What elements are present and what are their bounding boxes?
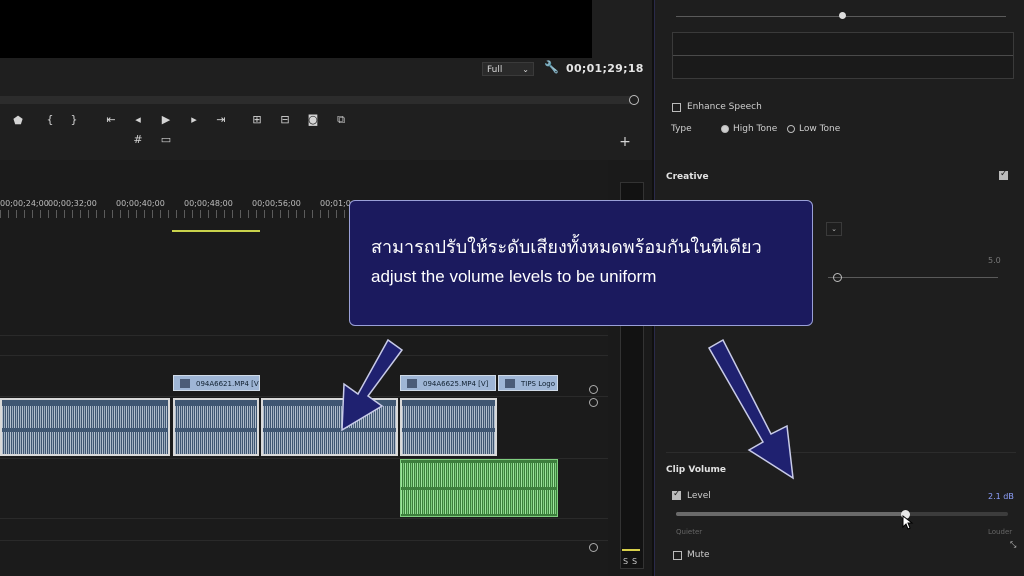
playhead-timecode: 00;01;29;18 (566, 62, 644, 75)
waveform (401, 490, 557, 514)
waveform (402, 432, 495, 454)
quieter-label: Quieter (676, 528, 703, 536)
work-area-bar[interactable] (172, 230, 260, 232)
chevron-down-icon: ⌄ (522, 65, 529, 74)
creative-checkbox[interactable] (999, 169, 1008, 180)
waveform (2, 432, 168, 454)
monitor-scrub-knob[interactable] (629, 95, 639, 105)
go-to-out-icon[interactable]: ⇥ (213, 113, 229, 126)
music-audio-clip[interactable] (400, 459, 558, 517)
track-divider (0, 540, 608, 541)
track-divider (0, 355, 608, 356)
fx-badge-icon (505, 379, 515, 388)
waveform (2, 406, 168, 428)
enhance-speech-checkbox[interactable] (672, 103, 681, 112)
track-scroll-knob[interactable] (589, 398, 598, 407)
louder-label: Louder (988, 528, 1013, 536)
low-tone-radio[interactable] (787, 125, 795, 133)
safe-margins-icon[interactable]: # (130, 133, 146, 146)
ruler-label: 00;00;40;00 (116, 199, 165, 208)
solo-left-button[interactable]: S (623, 557, 628, 566)
waveform (263, 432, 396, 454)
track-divider (0, 396, 608, 397)
monitor-scrub-bar[interactable] (0, 96, 634, 104)
video-clip-label: 094A6625.MP4 [V] (423, 380, 489, 388)
extract-icon[interactable]: ⊟ (277, 113, 293, 126)
track-divider (0, 518, 608, 519)
chevron-down-icon[interactable]: ⌄ (826, 222, 842, 236)
play-icon[interactable]: ▶ (158, 113, 174, 126)
level-slider-fill (676, 512, 905, 516)
waveform (402, 406, 495, 428)
reset-icon[interactable]: ⤡ (1010, 540, 1016, 550)
level-value[interactable]: 2.1 dB (988, 492, 1014, 501)
level-checkbox[interactable] (672, 489, 681, 500)
reverb-amount-value: 5.0 (988, 256, 1001, 265)
export-frame-icon[interactable]: ◙ (305, 113, 321, 126)
video-clip[interactable]: 094A6621.MP4 [V] (173, 375, 260, 391)
reverb-slider-knob[interactable] (833, 273, 842, 282)
fx-badge-icon (180, 379, 190, 388)
callout-english-text: adjust the volume levels to be uniform (371, 267, 657, 286)
type-label: Type (671, 124, 692, 134)
ruler-label: 00;00;24;00 (0, 199, 49, 208)
add-marker-icon[interactable]: ⬟ (10, 114, 26, 127)
waveform (175, 432, 257, 454)
mute-checkbox[interactable] (673, 551, 682, 560)
go-to-in-icon[interactable]: ⇤ (103, 113, 119, 126)
graphic-clip[interactable]: TIPS Logo (498, 375, 558, 391)
audio-clip[interactable] (173, 398, 259, 456)
callout-arrow-right-icon (707, 338, 794, 480)
track-divider (0, 335, 608, 336)
audio-clip[interactable] (400, 398, 497, 456)
mouse-cursor-icon (902, 514, 914, 530)
mark-in-icon[interactable]: { (42, 113, 58, 126)
solo-right-button[interactable]: S (632, 557, 637, 566)
high-tone-radio[interactable] (721, 125, 729, 133)
lift-icon[interactable]: ⊞ (249, 113, 265, 126)
callout-arrow-left-icon (341, 338, 404, 432)
track-scroll-knob[interactable] (589, 385, 598, 394)
callout-thai-text: สามารถปรับให้ระดับเสียงทั้งหมดพร้อมกันใน… (371, 237, 762, 258)
wrench-icon[interactable]: 🔧 (544, 60, 559, 74)
waveform (175, 406, 257, 428)
video-clip-label: 094A6621.MP4 [V] (196, 380, 260, 388)
ruler-label: 00;00;56;00 (252, 199, 301, 208)
high-tone-label: High Tone (733, 124, 778, 134)
zoom-select-value: Full (487, 65, 503, 75)
waveform (401, 463, 557, 487)
audio-clip[interactable] (0, 398, 170, 456)
zoom-select[interactable]: Full ⌄ (482, 62, 534, 76)
enhance-speech-label: Enhance Speech (687, 102, 762, 112)
ruler-label: 00;00;48;00 (184, 199, 233, 208)
mute-label: Mute (687, 550, 710, 560)
level-label: Level (687, 491, 711, 501)
output-icon[interactable]: ▭ (158, 133, 174, 146)
mark-out-icon[interactable]: } (66, 113, 82, 126)
step-forward-icon[interactable]: ▸ (186, 113, 202, 126)
ruler-label: 00;01;0 (320, 199, 351, 208)
step-back-icon[interactable]: ◂ (130, 113, 146, 126)
graphic-clip-label: TIPS Logo (521, 380, 556, 388)
track-scroll-knob[interactable] (589, 543, 598, 552)
preset-preview-box (672, 32, 1014, 79)
audio-meter-level (622, 549, 640, 551)
video-clip[interactable]: 094A6625.MP4 [V] (400, 375, 496, 391)
callout-box (349, 200, 813, 326)
add-button-icon[interactable]: + (617, 134, 633, 150)
low-tone-label: Low Tone (799, 124, 841, 134)
program-monitor-video (0, 0, 592, 58)
creative-heading: Creative (666, 172, 709, 182)
ruler-label: 00;00;32;00 (48, 199, 97, 208)
ambience-slider-knob[interactable] (839, 12, 846, 19)
reverb-slider-track[interactable] (828, 277, 998, 278)
comparison-view-icon[interactable]: ⧉ (333, 113, 349, 127)
